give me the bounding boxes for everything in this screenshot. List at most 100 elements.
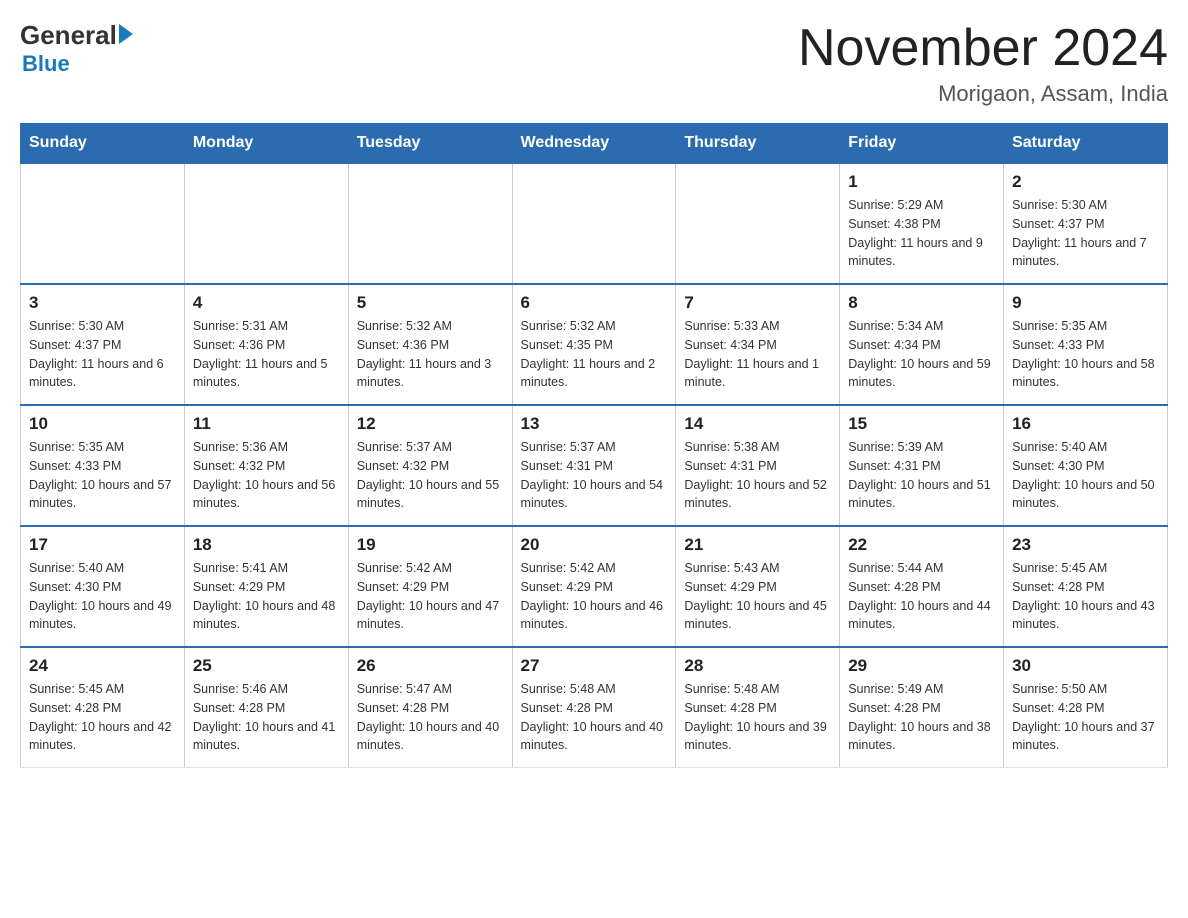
calendar-cell: 2 Sunrise: 5:30 AMSunset: 4:37 PMDaylight… (1004, 163, 1168, 284)
day-info: Sunrise: 5:38 AMSunset: 4:31 PMDaylight:… (684, 438, 831, 513)
calendar-cell: 1 Sunrise: 5:29 AMSunset: 4:38 PMDaylight… (840, 163, 1004, 284)
calendar-cell: 27 Sunrise: 5:48 AMSunset: 4:28 PMDayligh… (512, 647, 676, 768)
day-number: 7 (684, 293, 831, 313)
logo-general: General (20, 20, 117, 51)
calendar-cell: 19 Sunrise: 5:42 AMSunset: 4:29 PMDayligh… (348, 526, 512, 647)
weekday-header-wednesday: Wednesday (512, 124, 676, 164)
day-info: Sunrise: 5:32 AMSunset: 4:35 PMDaylight:… (521, 317, 668, 392)
calendar-cell (676, 163, 840, 284)
calendar-cell: 11Sunrise: 5:36 AMSunset: 4:32 PMDayligh… (184, 405, 348, 526)
day-number: 30 (1012, 656, 1159, 676)
day-number: 14 (684, 414, 831, 434)
day-number: 2 (1012, 172, 1159, 192)
calendar-cell: 22 Sunrise: 5:44 AMSunset: 4:28 PMDayligh… (840, 526, 1004, 647)
day-number: 4 (193, 293, 340, 313)
day-info: Sunrise: 5:39 AMSunset: 4:31 PMDaylight:… (848, 438, 995, 513)
day-info: Sunrise: 5:43 AMSunset: 4:29 PMDaylight:… (684, 559, 831, 634)
day-number: 26 (357, 656, 504, 676)
logo: General Blue (20, 20, 133, 77)
calendar-cell (348, 163, 512, 284)
logo-arrow (119, 24, 133, 44)
day-number: 1 (848, 172, 995, 192)
day-info: Sunrise: 5:40 AMSunset: 4:30 PMDaylight:… (1012, 438, 1159, 513)
calendar-cell: 30 Sunrise: 5:50 AMSunset: 4:28 PMDayligh… (1004, 647, 1168, 768)
calendar-table: SundayMondayTuesdayWednesdayThursdayFrid… (20, 123, 1168, 768)
calendar-cell: 6 Sunrise: 5:32 AMSunset: 4:35 PMDaylight… (512, 284, 676, 405)
day-number: 17 (29, 535, 176, 555)
day-info: Sunrise: 5:44 AMSunset: 4:28 PMDaylight:… (848, 559, 995, 634)
weekday-header-tuesday: Tuesday (348, 124, 512, 164)
calendar-cell: 4Sunrise: 5:31 AMSunset: 4:36 PMDaylight… (184, 284, 348, 405)
weekday-header-friday: Friday (840, 124, 1004, 164)
day-info: Sunrise: 5:30 AMSunset: 4:37 PMDaylight:… (1012, 196, 1159, 271)
day-number: 12 (357, 414, 504, 434)
calendar-cell: 26Sunrise: 5:47 AMSunset: 4:28 PMDayligh… (348, 647, 512, 768)
day-info: Sunrise: 5:29 AMSunset: 4:38 PMDaylight:… (848, 196, 995, 271)
calendar-cell: 7 Sunrise: 5:33 AMSunset: 4:34 PMDaylight… (676, 284, 840, 405)
calendar-week-row: 24 Sunrise: 5:45 AMSunset: 4:28 PMDayligh… (21, 647, 1168, 768)
day-number: 27 (521, 656, 668, 676)
calendar-cell: 8 Sunrise: 5:34 AMSunset: 4:34 PMDaylight… (840, 284, 1004, 405)
day-number: 21 (684, 535, 831, 555)
day-number: 6 (521, 293, 668, 313)
calendar-cell: 15 Sunrise: 5:39 AMSunset: 4:31 PMDayligh… (840, 405, 1004, 526)
calendar-cell: 28 Sunrise: 5:48 AMSunset: 4:28 PMDayligh… (676, 647, 840, 768)
calendar-cell: 12Sunrise: 5:37 AMSunset: 4:32 PMDayligh… (348, 405, 512, 526)
day-number: 15 (848, 414, 995, 434)
month-year-title: November 2024 (798, 20, 1168, 77)
calendar-cell: 20 Sunrise: 5:42 AMSunset: 4:29 PMDayligh… (512, 526, 676, 647)
day-info: Sunrise: 5:32 AMSunset: 4:36 PMDaylight:… (357, 317, 504, 392)
day-info: Sunrise: 5:40 AMSunset: 4:30 PMDaylight:… (29, 559, 176, 634)
weekday-header-row: SundayMondayTuesdayWednesdayThursdayFrid… (21, 124, 1168, 164)
day-number: 18 (193, 535, 340, 555)
day-number: 24 (29, 656, 176, 676)
day-info: Sunrise: 5:48 AMSunset: 4:28 PMDaylight:… (684, 680, 831, 755)
day-info: Sunrise: 5:34 AMSunset: 4:34 PMDaylight:… (848, 317, 995, 392)
calendar-cell: 25 Sunrise: 5:46 AMSunset: 4:28 PMDayligh… (184, 647, 348, 768)
day-info: Sunrise: 5:41 AMSunset: 4:29 PMDaylight:… (193, 559, 340, 634)
day-number: 23 (1012, 535, 1159, 555)
day-number: 10 (29, 414, 176, 434)
calendar-cell (184, 163, 348, 284)
day-info: Sunrise: 5:42 AMSunset: 4:29 PMDaylight:… (357, 559, 504, 634)
calendar-cell (21, 163, 185, 284)
day-number: 28 (684, 656, 831, 676)
calendar-cell: 13 Sunrise: 5:37 AMSunset: 4:31 PMDayligh… (512, 405, 676, 526)
calendar-cell: 5 Sunrise: 5:32 AMSunset: 4:36 PMDaylight… (348, 284, 512, 405)
day-info: Sunrise: 5:45 AMSunset: 4:28 PMDaylight:… (29, 680, 176, 755)
calendar-cell: 21 Sunrise: 5:43 AMSunset: 4:29 PMDayligh… (676, 526, 840, 647)
day-number: 9 (1012, 293, 1159, 313)
calendar-cell: 3Sunrise: 5:30 AMSunset: 4:37 PMDaylight… (21, 284, 185, 405)
location-title: Morigaon, Assam, India (798, 81, 1168, 107)
day-info: Sunrise: 5:48 AMSunset: 4:28 PMDaylight:… (521, 680, 668, 755)
day-info: Sunrise: 5:37 AMSunset: 4:31 PMDaylight:… (521, 438, 668, 513)
calendar-cell: 10 Sunrise: 5:35 AMSunset: 4:33 PMDayligh… (21, 405, 185, 526)
calendar-week-row: 3Sunrise: 5:30 AMSunset: 4:37 PMDaylight… (21, 284, 1168, 405)
day-number: 8 (848, 293, 995, 313)
calendar-cell: 14 Sunrise: 5:38 AMSunset: 4:31 PMDayligh… (676, 405, 840, 526)
day-info: Sunrise: 5:50 AMSunset: 4:28 PMDaylight:… (1012, 680, 1159, 755)
day-info: Sunrise: 5:35 AMSunset: 4:33 PMDaylight:… (29, 438, 176, 513)
calendar-cell: 23 Sunrise: 5:45 AMSunset: 4:28 PMDayligh… (1004, 526, 1168, 647)
day-number: 13 (521, 414, 668, 434)
title-section: November 2024 Morigaon, Assam, India (798, 20, 1168, 107)
day-number: 22 (848, 535, 995, 555)
calendar-week-row: 10 Sunrise: 5:35 AMSunset: 4:33 PMDayligh… (21, 405, 1168, 526)
weekday-header-thursday: Thursday (676, 124, 840, 164)
day-info: Sunrise: 5:46 AMSunset: 4:28 PMDaylight:… (193, 680, 340, 755)
day-number: 25 (193, 656, 340, 676)
calendar-week-row: 1 Sunrise: 5:29 AMSunset: 4:38 PMDaylight… (21, 163, 1168, 284)
day-info: Sunrise: 5:36 AMSunset: 4:32 PMDaylight:… (193, 438, 340, 513)
day-info: Sunrise: 5:42 AMSunset: 4:29 PMDaylight:… (521, 559, 668, 634)
day-info: Sunrise: 5:49 AMSunset: 4:28 PMDaylight:… (848, 680, 995, 755)
day-number: 20 (521, 535, 668, 555)
day-info: Sunrise: 5:45 AMSunset: 4:28 PMDaylight:… (1012, 559, 1159, 634)
calendar-cell: 18 Sunrise: 5:41 AMSunset: 4:29 PMDayligh… (184, 526, 348, 647)
page-header: General Blue November 2024 Morigaon, Ass… (20, 20, 1168, 107)
day-info: Sunrise: 5:33 AMSunset: 4:34 PMDaylight:… (684, 317, 831, 392)
day-number: 19 (357, 535, 504, 555)
day-number: 5 (357, 293, 504, 313)
day-number: 16 (1012, 414, 1159, 434)
logo-blue: Blue (22, 51, 70, 77)
weekday-header-monday: Monday (184, 124, 348, 164)
